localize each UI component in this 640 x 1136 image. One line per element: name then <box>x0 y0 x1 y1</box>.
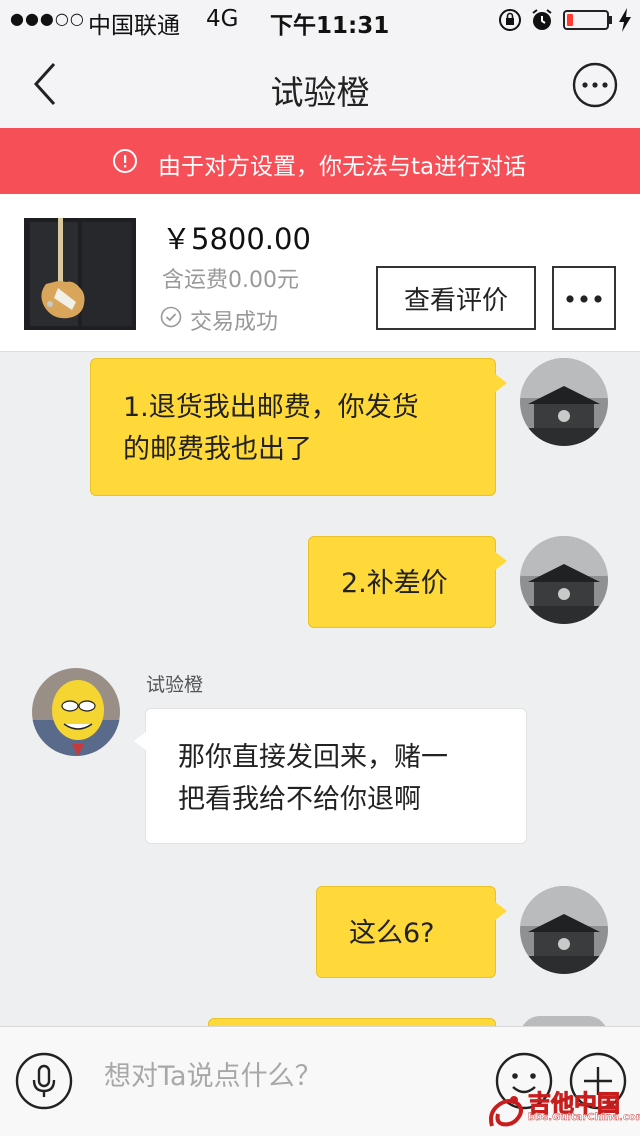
view-review-button[interactable]: 查看评价 <box>376 266 536 330</box>
avatar-me[interactable] <box>520 536 608 624</box>
carrier-name: 中国联通 <box>88 13 180 39</box>
battery-level <box>567 14 573 26</box>
more-options-button[interactable] <box>552 266 616 330</box>
avatar-me[interactable] <box>520 886 608 974</box>
avatar-me[interactable] <box>520 358 608 446</box>
network-type: 4G <box>206 6 239 32</box>
sender-name: 试验橙 <box>146 674 204 696</box>
more-circle-icon[interactable] <box>572 62 618 112</box>
message-bubble[interactable]: 这么6? <box>316 886 507 978</box>
info-icon <box>112 148 138 180</box>
trade-status-text: 交易成功 <box>190 310 279 335</box>
trade-status: 交易成功 <box>160 304 278 336</box>
message-input[interactable]: 想对Ta说点什么？ <box>104 1055 474 1107</box>
message-bubble[interactable]: 那你直接发回来，赌一 把看我给不给你退啊 <box>134 708 527 844</box>
signal-strength: ●●●○○ <box>10 9 85 28</box>
microphone-icon[interactable] <box>14 1051 74 1111</box>
product-card[interactable]: ￥5800.00 含运费0.00元 交易成功 查看评价 <box>0 194 640 352</box>
message-line: 这么6? <box>349 918 435 949</box>
more-dots-icon <box>564 289 604 308</box>
check-circle-icon <box>160 306 182 334</box>
banner-text: 由于对方设置，你无法与ta进行对话 <box>158 154 527 180</box>
restriction-banner: 由于对方设置，你无法与ta进行对话 <box>0 128 640 194</box>
watermark-url: bbs.GuitarChina.com <box>528 1112 640 1123</box>
alarm-icon <box>530 8 554 38</box>
message-line: 的邮费我也出了 <box>123 434 312 465</box>
watermark-logo: 吉他中国 bbs.GuitarChina.com <box>484 1084 640 1136</box>
rotation-lock-icon <box>498 8 522 38</box>
status-time: 下午11:31 <box>270 13 390 39</box>
nav-bar: 试验橙 <box>0 40 640 128</box>
page-title: 试验橙 <box>270 73 370 112</box>
product-thumbnail[interactable] <box>24 218 136 330</box>
message-line: 2.补差价 <box>341 568 448 599</box>
product-price: ￥5800.00 <box>162 222 311 256</box>
shipping-fee: 含运费0.00元 <box>162 268 299 293</box>
battery-icon <box>563 10 609 30</box>
message-line: 那你直接发回来，赌一 <box>178 742 448 773</box>
avatar-contact[interactable] <box>32 668 120 756</box>
message-line: 1.退货我出邮费，你发货 <box>123 392 419 423</box>
charging-icon <box>618 7 632 39</box>
status-bar: ●●●○○ 中国联通 4G 下午11:31 <box>0 0 640 40</box>
message-bubble[interactable]: 1.退货我出邮费，你发货 的邮费我也出了 <box>90 358 507 496</box>
message-line: 把看我给不给你退啊 <box>178 784 421 815</box>
message-bubble[interactable]: 2.补差价 <box>308 536 507 628</box>
